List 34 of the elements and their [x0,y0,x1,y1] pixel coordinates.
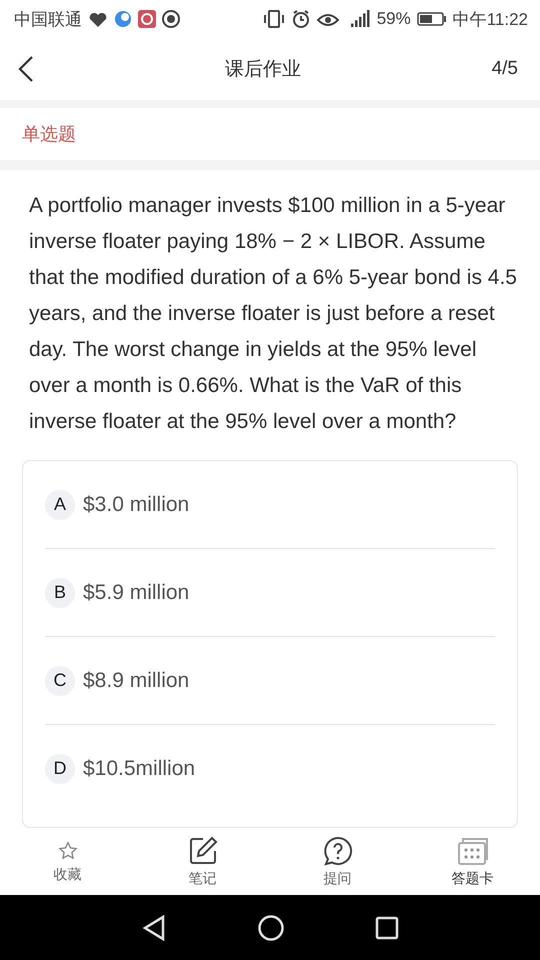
battery-icon [416,11,447,27]
back-icon [141,914,167,942]
question-type: 单选题 [22,123,76,146]
option-letter[interactable]: B [45,578,75,608]
app-icon [138,10,156,28]
battery-percent: 59% [376,9,411,29]
toolbar-button[interactable]: 笔记 [135,828,270,895]
edit-icon [188,836,218,866]
home-icon [257,914,285,942]
option-letter[interactable]: C [45,666,75,696]
question-icon [322,836,352,866]
question-counter: 4/5 [492,58,518,80]
option-letter[interactable]: A [45,490,75,520]
clock-time: 中午11:22 [452,8,528,30]
question-text: A portfolio manager invests $100 million in a 5-year inverse floater paying 18% − 2 × LIBOR. Assume that the modified duration of a 6% 5-year bond is 4.5 years, and the inverse floater is just before a reset day. The worst change in yields at the 95% level over a month is 0.66%. What is the VaR of this inverse floater at the 95% level over a month? [29,193,518,435]
app-icon [162,10,180,28]
back-icon[interactable] [18,55,34,83]
toolbar-button[interactable]: 收藏 [0,828,135,895]
option-letter[interactable]: D [45,754,75,784]
option-text[interactable]: $8.9 million [83,668,190,692]
vibrate-icon [262,9,285,29]
app-icon [114,10,132,28]
grid-icon [456,836,488,866]
carrier-name: 中国联通 [14,8,82,30]
option-text[interactable]: $10.5million [83,756,196,780]
page-title: 课后作业 [224,58,302,82]
option-text[interactable]: $3.0 million [83,492,190,516]
option-text[interactable]: $5.9 million [83,580,190,604]
star-icon [56,840,78,862]
toolbar-button[interactable]: 答题卡 [405,828,540,895]
heart-icon [88,10,108,28]
alarm-icon [290,9,311,29]
toolbar-button[interactable]: 提问 [270,828,405,895]
recents-icon [375,916,399,940]
